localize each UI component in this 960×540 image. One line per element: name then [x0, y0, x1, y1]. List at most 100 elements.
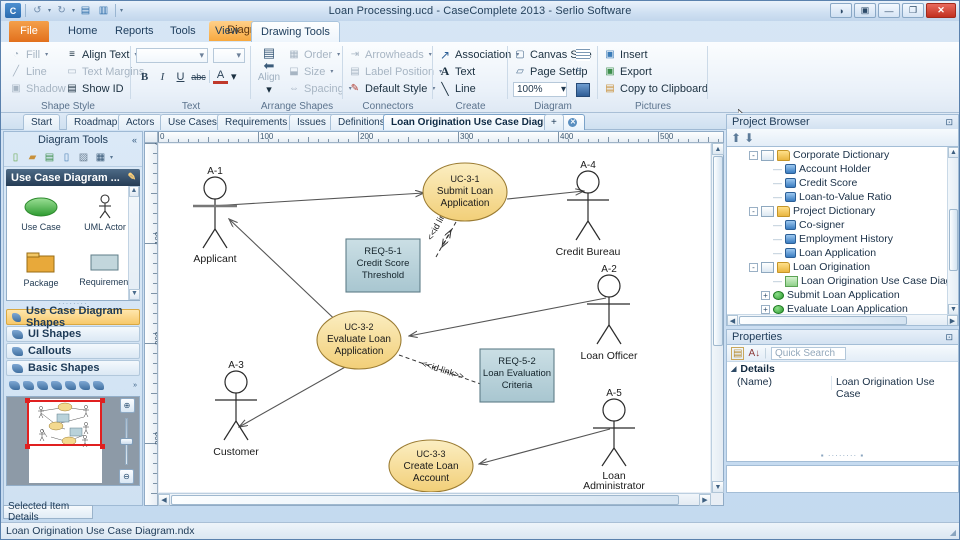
- scroll-thumb-vertical[interactable]: [713, 156, 723, 346]
- scroll-up-icon[interactable]: ▲: [948, 147, 958, 158]
- sort-alphabetical-icon[interactable]: A↓: [748, 348, 760, 359]
- default-style-control[interactable]: ✎ Default Style ▾: [348, 80, 442, 97]
- pin-icon[interactable]: ⊡: [945, 117, 953, 128]
- resize-grip[interactable]: ◢: [950, 528, 956, 537]
- export-picture-control[interactable]: ▣ Export: [603, 63, 708, 80]
- copy-clipboard-control[interactable]: ▤ Copy to Clipboard: [603, 80, 708, 97]
- shadow-control[interactable]: ▣ Shadow: [9, 80, 66, 97]
- tree-node-employment-history[interactable]: — Employment History: [727, 232, 946, 246]
- view-mode-icon[interactable]: ▦: [93, 150, 108, 164]
- tab-home[interactable]: Home: [59, 21, 106, 42]
- actor-credit-bureau[interactable]: A-4 Credit Bureau: [556, 160, 621, 258]
- grid-icon[interactable]: [576, 47, 590, 61]
- scroll-thumb-horizontal[interactable]: [739, 316, 907, 325]
- expander-icon[interactable]: +: [761, 304, 770, 314]
- scroll-up-icon[interactable]: ▲: [129, 186, 139, 197]
- zoom-slider-thumb[interactable]: [120, 438, 133, 445]
- chevron-down-icon[interactable]: ▾: [337, 51, 340, 58]
- tab-actors[interactable]: Actors: [118, 114, 163, 130]
- close-button[interactable]: ✕: [926, 3, 956, 18]
- move-down-icon[interactable]: ⬇: [744, 131, 754, 145]
- splitter-grip[interactable]: ▪ ········ ▪: [727, 452, 958, 460]
- tab-tools[interactable]: Tools: [161, 21, 205, 42]
- tree-vertical-scrollbar[interactable]: ▲ ▼: [947, 147, 958, 315]
- chevron-down-icon[interactable]: ▾: [330, 68, 333, 75]
- requirement-credit-score-threshold[interactable]: REQ-5-1 Credit Score Threshold: [345, 238, 421, 293]
- diagram-navigator[interactable]: ⊕ ⊖: [6, 396, 140, 486]
- canvas-vertical-scrollbar[interactable]: ▲ ▼: [711, 143, 724, 493]
- save-icon[interactable]: ▤: [42, 150, 57, 164]
- actor-loan-officer[interactable]: A-2 Loan Officer: [580, 264, 638, 362]
- zoom-in-button[interactable]: ⊕: [119, 398, 135, 413]
- use-case-create-loan-account[interactable]: UC-3-3 Create Loan Account: [388, 439, 474, 492]
- fit-page-icon[interactable]: ⌗: [576, 65, 590, 79]
- tree-node-loan-to-value-ratio[interactable]: — Loan-to-Value Ratio: [727, 190, 946, 204]
- tree-node-loan-origination-use-case-diagram[interactable]: — Loan Origination Use Case Diag: [727, 274, 952, 288]
- shape-package[interactable]: Package: [9, 248, 73, 304]
- tab-roadmap[interactable]: Roadmap: [66, 114, 126, 130]
- expander-icon[interactable]: +: [761, 290, 770, 300]
- tab-view[interactable]: View: [206, 21, 248, 42]
- stencil-icon[interactable]: [93, 381, 104, 390]
- expander-icon[interactable]: -: [749, 262, 758, 272]
- resize-handle-nw[interactable]: [25, 398, 30, 403]
- ribbon-display-button[interactable]: ▣: [854, 3, 876, 18]
- more-stencils-icon[interactable]: »: [133, 382, 137, 389]
- italic-button[interactable]: I: [155, 69, 170, 84]
- minimize-button[interactable]: —: [878, 3, 900, 18]
- scroll-up-icon[interactable]: ▲: [712, 143, 724, 155]
- shape-use-case[interactable]: Use Case: [9, 192, 73, 248]
- tab-issues[interactable]: Issues: [289, 114, 334, 130]
- tree-node-account-holder[interactable]: — Account Holder: [727, 162, 946, 176]
- category-callouts[interactable]: Callouts: [6, 343, 140, 359]
- resize-handle-se[interactable]: [100, 444, 105, 449]
- font-name-combo[interactable]: ▾: [136, 48, 208, 63]
- chevron-down-icon[interactable]: ▾: [561, 84, 566, 95]
- expander-icon[interactable]: ◢: [731, 365, 736, 373]
- stencil-scrollbar[interactable]: ▲ ▼: [128, 186, 140, 300]
- tree-node-co-signer[interactable]: — Co-signer: [727, 218, 946, 232]
- search-input[interactable]: Quick Search: [770, 346, 846, 360]
- project-tree[interactable]: - Corporate Dictionary — Account Holder …: [726, 146, 959, 326]
- fill-control[interactable]: ◔ Fill ▾: [9, 46, 66, 63]
- label-position-control[interactable]: ▤ Label Position ▾: [348, 63, 442, 80]
- chevron-down-icon[interactable]: ▾: [231, 70, 237, 83]
- collapse-icon[interactable]: «: [132, 135, 137, 145]
- tab-reports[interactable]: Reports: [106, 21, 163, 42]
- chevron-down-icon[interactable]: ▾: [45, 51, 48, 58]
- zoom-out-button[interactable]: ⊖: [119, 469, 134, 484]
- selected-item-details-button[interactable]: Selected Item Details: [3, 501, 93, 523]
- actor-applicant[interactable]: A-1 Applicant: [193, 166, 237, 265]
- chevron-down-icon[interactable]: ▾: [110, 154, 113, 161]
- help-button[interactable]: ◑: [830, 3, 852, 18]
- scroll-down-icon[interactable]: ▼: [712, 481, 724, 493]
- requirement-loan-evaluation-criteria[interactable]: REQ-5-2 Loan Evaluation Criteria: [479, 348, 555, 403]
- categorized-view-icon[interactable]: ▤: [731, 346, 745, 360]
- canvas-horizontal-scrollbar[interactable]: ◀ ▶: [158, 493, 711, 506]
- tab-start[interactable]: Start: [23, 114, 61, 130]
- stencil-icon[interactable]: [23, 381, 34, 390]
- add-tab-button[interactable]: +: [544, 114, 564, 130]
- move-up-icon[interactable]: ⬆: [731, 131, 741, 145]
- tree-node-corporate-dictionary[interactable]: - Corporate Dictionary: [727, 148, 946, 162]
- scroll-down-icon[interactable]: ▼: [129, 289, 140, 300]
- tab-requirements[interactable]: Requirements: [217, 114, 296, 130]
- tab-drawing-tools[interactable]: Drawing Tools: [251, 21, 340, 42]
- open-icon[interactable]: ▰: [25, 150, 40, 164]
- scroll-left-icon[interactable]: ◀: [727, 315, 738, 325]
- navigator-viewport-selection[interactable]: [27, 400, 102, 446]
- tree-node-loan-origination[interactable]: - Loan Origination: [727, 260, 946, 274]
- scroll-left-icon[interactable]: ◀: [158, 494, 170, 506]
- category-basic-shapes[interactable]: Basic Shapes: [6, 360, 140, 376]
- use-case-evaluate-loan-application[interactable]: UC-3-2 Evaluate Loan Application: [316, 310, 402, 370]
- arrowheads-control[interactable]: ⇥ Arrowheads ▾: [348, 46, 442, 63]
- background-color-icon[interactable]: [576, 83, 590, 97]
- stencil-icon[interactable]: [37, 381, 48, 390]
- tree-node-loan-application[interactable]: — Loan Application: [727, 246, 946, 260]
- scroll-right-icon[interactable]: ▶: [699, 494, 711, 506]
- scroll-thumb-vertical[interactable]: [949, 209, 958, 271]
- close-icon[interactable]: ✕: [568, 118, 578, 127]
- scroll-right-icon[interactable]: ▶: [947, 315, 958, 325]
- line-control[interactable]: ╱ Line: [9, 63, 66, 80]
- stencil-icon[interactable]: [65, 381, 76, 390]
